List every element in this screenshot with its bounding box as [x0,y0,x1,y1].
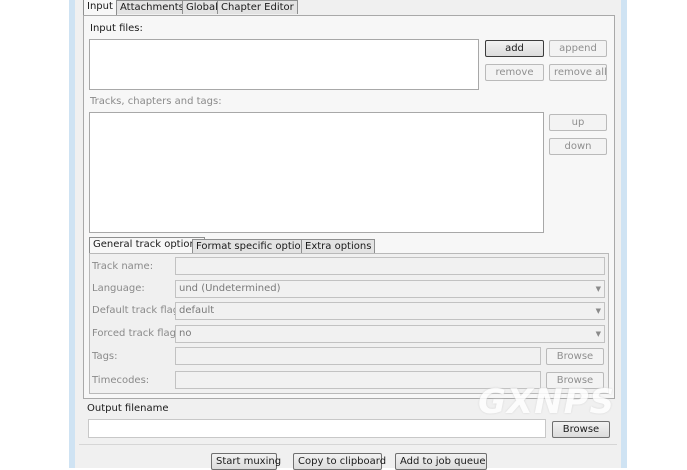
down-button[interactable]: down [549,138,607,155]
tags-input[interactable] [175,347,541,365]
output-filename-label: Output filename [87,403,169,414]
input-files-list[interactable] [89,39,479,90]
timecodes-label: Timecodes: [92,375,150,386]
tab-chapter-editor[interactable]: Chapter Editor [217,0,298,14]
add-button[interactable]: add [485,40,544,57]
input-files-label: Input files: [90,23,143,34]
tab-global[interactable]: Global [182,0,222,14]
forced-track-flag-label: Forced track flag: [92,328,180,339]
start-muxing-button[interactable]: Start muxing [211,453,281,470]
tab-attachments[interactable]: Attachments [116,0,188,14]
language-value: und (Undetermined) [179,283,281,294]
default-track-flag-value: default [179,305,215,316]
tracks-label: Tracks, chapters and tags: [90,96,222,107]
chevron-down-icon: ▼ [595,307,601,315]
tab-general-track-options[interactable]: General track options [89,237,206,253]
remove-button[interactable]: remove [485,64,544,81]
watermark-logo: GXNPS [478,382,615,422]
forced-track-flag-select[interactable]: no ▼ [175,325,605,343]
tab-input[interactable]: Input [83,0,117,15]
window-frame-right [621,0,627,468]
track-name-label: Track name: [92,261,154,272]
default-track-flag-label: Default track flag: [92,305,183,316]
tags-browse-button[interactable]: Browse [546,348,604,365]
append-button[interactable]: append [549,40,607,57]
remove-all-button[interactable]: remove all [549,64,607,81]
chevron-down-icon: ▼ [595,330,601,338]
up-button[interactable]: up [549,114,607,131]
default-track-flag-select[interactable]: default ▼ [175,302,605,320]
tab-format-specific-options[interactable]: Format specific options [192,239,317,253]
language-label: Language: [92,283,145,294]
tags-label: Tags: [92,351,118,362]
tab-extra-options[interactable]: Extra options [301,239,376,253]
add-to-job-queue-button[interactable]: Add to job queue [395,453,487,470]
copy-to-clipboard-button[interactable]: Copy to clipboard [293,453,386,470]
divider [79,444,617,445]
forced-track-flag-value: no [179,328,192,339]
language-select[interactable]: und (Undetermined) ▼ [175,280,605,298]
track-name-input[interactable] [175,257,605,275]
tracks-list[interactable] [89,112,544,233]
chevron-down-icon: ▼ [595,285,601,293]
output-browse-button[interactable]: Browse [552,421,610,438]
